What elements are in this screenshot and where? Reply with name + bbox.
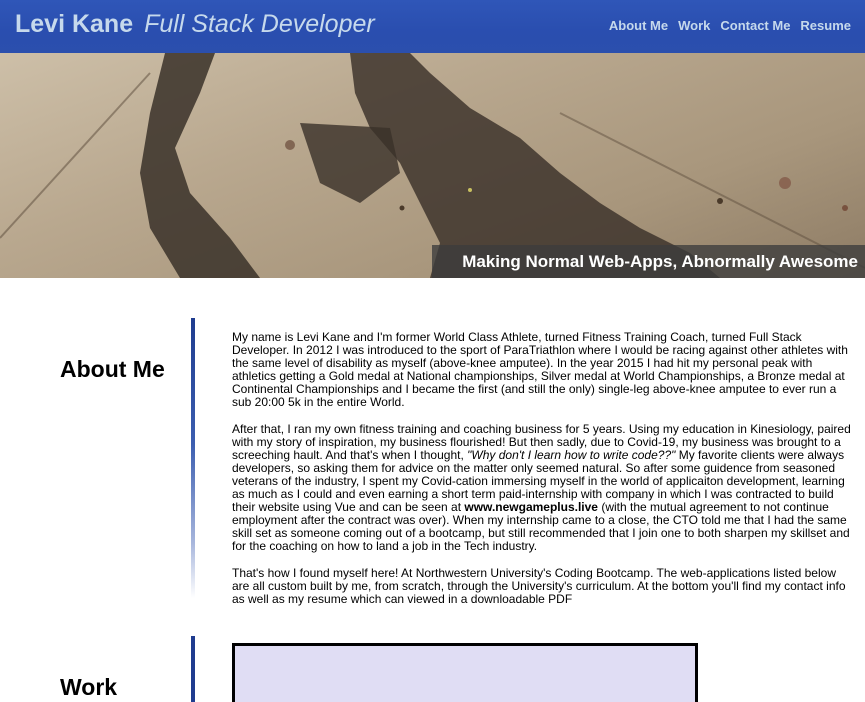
developer-name: Levi Kane: [15, 10, 134, 38]
nav-about-me[interactable]: About Me: [609, 18, 668, 33]
site-header: Levi Kane Full Stack Developer About Me …: [0, 0, 865, 53]
about-title: About Me: [60, 356, 165, 382]
hero-tagline: Making Normal Web-Apps, Abnormally Aweso…: [432, 245, 865, 278]
work-title: Work: [60, 674, 118, 700]
work-divider: [191, 636, 195, 702]
nav-resume[interactable]: Resume: [800, 18, 851, 33]
newgameplus-link[interactable]: www.newgameplus.live: [464, 500, 598, 514]
developer-role: Full Stack Developer: [144, 10, 375, 38]
about-divider: [191, 318, 195, 598]
nav-contact-me[interactable]: Contact Me: [720, 18, 790, 33]
about-paragraph-1: My name is Levi Kane and I'm former Worl…: [232, 330, 848, 409]
main-nav: About Me Work Contact Me Resume: [609, 18, 851, 33]
about-body: My name is Levi Kane and I'm former Worl…: [232, 331, 852, 620]
nav-work[interactable]: Work: [678, 18, 710, 33]
brand: Levi Kane Full Stack Developer: [15, 10, 375, 39]
about-paragraph-2: After that, I ran my own fitness trainin…: [232, 422, 851, 553]
about-quote: "Why don't I learn how to write code??": [467, 448, 676, 462]
work-project-card[interactable]: [232, 643, 698, 702]
about-paragraph-3: That's how I found myself here! At North…: [232, 566, 846, 606]
hero-banner: Making Normal Web-Apps, Abnormally Aweso…: [0, 53, 865, 278]
